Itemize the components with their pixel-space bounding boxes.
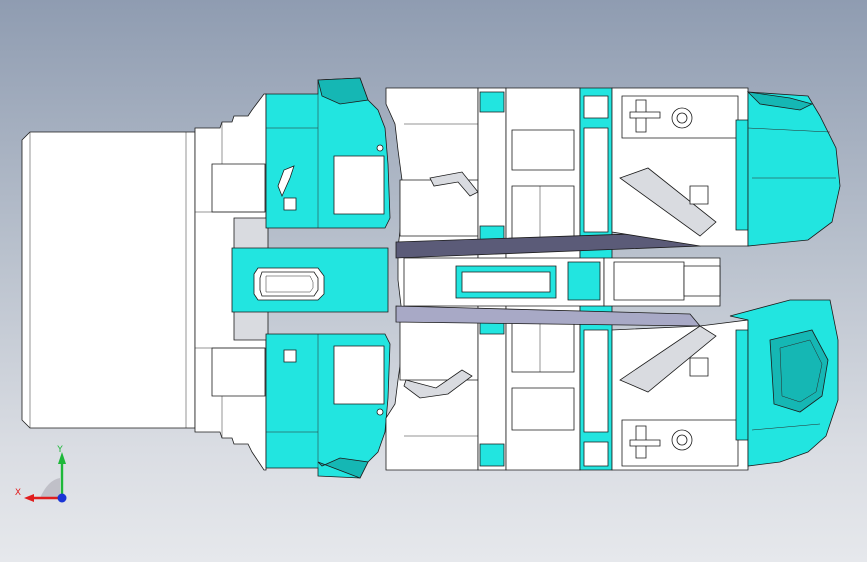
triad-icon: Y X: [15, 445, 67, 503]
triad-x-label: X: [15, 488, 21, 498]
left-bracket-lower[interactable]: [265, 333, 391, 479]
cad-viewport[interactable]: Y X: [0, 0, 867, 562]
base-block[interactable]: [21, 131, 196, 429]
triad-y-label: Y: [56, 445, 63, 455]
cad-model-drawing[interactable]: Y X: [0, 0, 867, 562]
center-channel[interactable]: [395, 231, 721, 327]
right-housing-upper[interactable]: [611, 87, 841, 247]
left-bracket-upper[interactable]: [265, 77, 391, 229]
left-center-strip[interactable]: [231, 247, 389, 313]
